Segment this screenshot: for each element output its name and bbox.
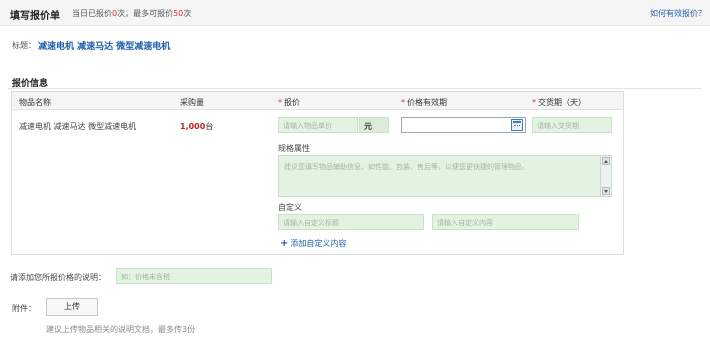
qty-unit: 台	[205, 122, 214, 131]
price-note-label: 请添加您所报价格的说明：	[10, 273, 106, 282]
quote-count-prefix: 当日已报价	[72, 9, 112, 18]
purchase-qty-cell: 1,000台	[180, 121, 213, 132]
subject-value: 减速电机 减速马达 微型减速电机	[38, 42, 171, 52]
required-mark: *	[532, 98, 536, 107]
column-price-validity: * 价格有效期	[401, 97, 447, 108]
upload-hint: 建议上传物品相关的说明文档，最多传3份	[46, 325, 196, 334]
price-note-input[interactable]: 如：价格未含税	[116, 268, 272, 284]
spec-textarea[interactable]: 建议您填写物品辅助信息，如性能、包装、售后等，以便您更快捷的管理物品。	[278, 155, 612, 197]
column-delivery: * 交货期（天）	[532, 97, 586, 108]
section-divider	[8, 88, 702, 89]
quote-count-info: 当日已报价0次，最多可报价50次	[72, 8, 191, 19]
column-price-label: 报价	[284, 98, 300, 107]
column-item-name: 物品名称	[19, 98, 51, 107]
required-mark: *	[401, 98, 405, 107]
add-custom-link[interactable]: + 添加自定义内容	[280, 238, 346, 249]
subject-label: 标题：	[12, 41, 36, 50]
custom-content-input[interactable]: 请输入自定义内容	[432, 214, 579, 230]
calendar-icon[interactable]	[511, 119, 523, 131]
column-price: * 报价	[278, 97, 300, 108]
spec-label: 规格属性	[278, 144, 310, 153]
upload-button[interactable]: 上传	[46, 298, 98, 316]
scroll-down-arrow-icon[interactable]	[602, 187, 610, 195]
add-custom-label: 添加自定义内容	[290, 239, 347, 248]
scroll-up-arrow-icon[interactable]	[602, 157, 610, 165]
help-link[interactable]: 如何有效报价？	[650, 8, 706, 19]
qty-value: 1,000	[180, 122, 206, 131]
column-price-validity-label: 价格有效期	[407, 98, 447, 107]
column-delivery-label: 交货期（天）	[538, 98, 586, 107]
price-unit: 元	[359, 117, 389, 133]
max-quote-count: 50	[173, 9, 184, 18]
spec-scrollbar[interactable]	[600, 156, 611, 196]
quote-count-suffix: 次	[183, 9, 192, 18]
quote-count-mid: 次，最多可报价	[117, 9, 174, 18]
price-input[interactable]: 请输入物品单价	[278, 117, 358, 133]
required-mark: *	[278, 98, 282, 107]
plus-icon: +	[280, 238, 289, 249]
column-purchase-qty: 采购量	[180, 98, 204, 107]
price-validity-date-input[interactable]	[401, 117, 526, 133]
item-name-cell: 减速电机 减速马达 微型减速电机	[19, 122, 137, 131]
page-title: 填写报价单	[10, 11, 60, 22]
custom-title-input[interactable]: 请输入自定义标题	[278, 214, 424, 230]
custom-label: 自定义	[278, 203, 302, 212]
delivery-input[interactable]: 请输入交货期	[532, 117, 612, 133]
attachment-label: 附件：	[12, 304, 36, 313]
